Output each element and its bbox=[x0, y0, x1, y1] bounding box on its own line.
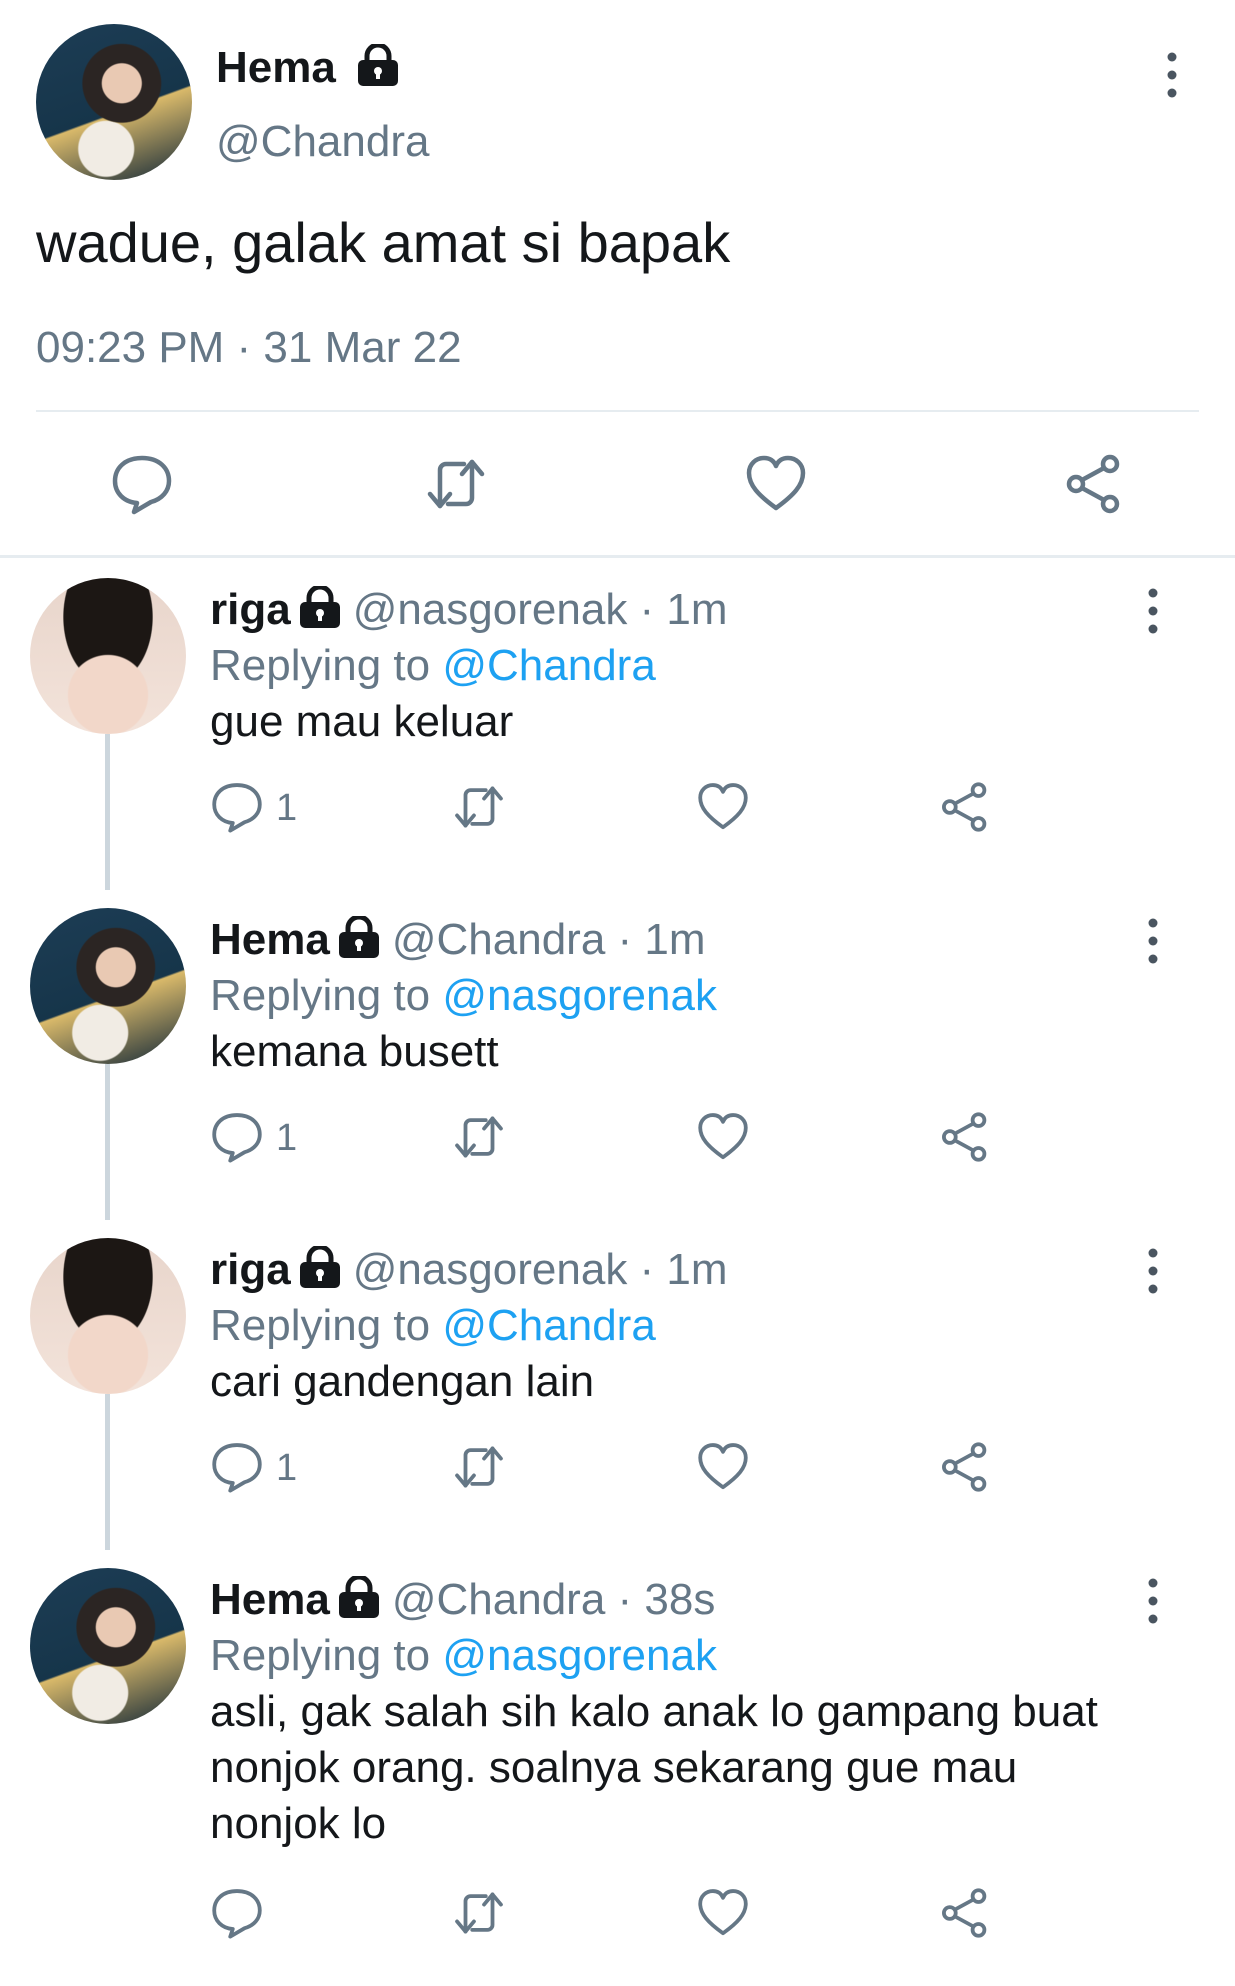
share-icon[interactable] bbox=[938, 780, 992, 834]
author-handle[interactable]: @Chandra · 1m bbox=[392, 915, 706, 964]
share-icon[interactable] bbox=[938, 1440, 992, 1494]
thread-line bbox=[105, 734, 110, 890]
author-handle[interactable]: @nasgorenak · 1m bbox=[353, 585, 728, 634]
more-options-icon[interactable] bbox=[1158, 50, 1186, 100]
tweet-text: wadue, galak amat si bapak bbox=[36, 211, 731, 274]
replying-to-link[interactable]: @nasgorenak bbox=[442, 1631, 717, 1680]
lock-icon bbox=[297, 1246, 343, 1290]
replying-to: Replying to @Chandra bbox=[210, 1300, 656, 1352]
author-handle[interactable]: @Chandra · 38s bbox=[392, 1575, 716, 1624]
author-handle[interactable]: @nasgorenak · 1m bbox=[353, 1245, 728, 1294]
avatar[interactable] bbox=[30, 908, 186, 1064]
lock-icon bbox=[336, 916, 382, 960]
reply-count: 1 bbox=[276, 787, 298, 829]
reply-count: 1 bbox=[276, 1117, 298, 1159]
reply-text: gue mau keluar bbox=[210, 697, 514, 746]
avatar[interactable] bbox=[30, 1238, 186, 1394]
author-name[interactable]: riga bbox=[210, 1245, 291, 1294]
share-icon[interactable] bbox=[1062, 452, 1126, 516]
share-icon[interactable] bbox=[938, 1110, 992, 1164]
action-bar: 1 bbox=[210, 1110, 1010, 1166]
section-divider bbox=[0, 555, 1235, 558]
like-icon[interactable] bbox=[696, 1110, 750, 1164]
like-icon[interactable] bbox=[696, 1440, 750, 1494]
lock-icon bbox=[355, 44, 401, 88]
share-icon[interactable] bbox=[938, 1886, 992, 1940]
like-icon[interactable] bbox=[696, 1886, 750, 1940]
more-options-icon[interactable] bbox=[1139, 1246, 1167, 1296]
replying-to-link[interactable]: @Chandra bbox=[442, 1301, 655, 1350]
main-tweet: Hema @Chandra wadue, galak amat si bapak… bbox=[0, 0, 1235, 555]
retweet-icon[interactable] bbox=[452, 780, 506, 834]
replying-to-link[interactable]: @nasgorenak bbox=[442, 971, 717, 1020]
reply-icon[interactable] bbox=[210, 1440, 264, 1494]
lock-icon bbox=[336, 1576, 382, 1620]
avatar[interactable] bbox=[30, 1568, 186, 1724]
reply-tweet[interactable]: Hema @Chandra · 38s Replying to @nasgoren… bbox=[0, 1550, 1235, 1980]
replying-prefix: Replying to bbox=[210, 971, 443, 1020]
reply-tweet[interactable]: riga @nasgorenak · 1m Replying to @Chandr… bbox=[0, 1220, 1235, 1550]
reply-header: Hema @Chandra · 1m bbox=[210, 914, 706, 966]
more-options-icon[interactable] bbox=[1139, 916, 1167, 966]
retweet-icon[interactable] bbox=[424, 452, 488, 516]
thread-line bbox=[105, 1064, 110, 1220]
author-name[interactable]: Hema bbox=[210, 915, 330, 964]
replying-to: Replying to @nasgorenak bbox=[210, 1630, 717, 1682]
reply-header: Hema @Chandra · 38s bbox=[210, 1574, 715, 1626]
reply-icon[interactable] bbox=[110, 452, 174, 516]
replying-to: Replying to @nasgorenak bbox=[210, 970, 717, 1022]
like-icon[interactable] bbox=[696, 780, 750, 834]
divider bbox=[36, 410, 1199, 412]
lock-icon bbox=[297, 586, 343, 630]
like-icon[interactable] bbox=[744, 452, 808, 516]
reply-header: riga @nasgorenak · 1m bbox=[210, 1244, 728, 1296]
avatar[interactable] bbox=[30, 578, 186, 734]
author-name[interactable]: riga bbox=[210, 585, 291, 634]
action-bar bbox=[210, 1886, 1010, 1942]
thread-line bbox=[105, 1394, 110, 1550]
reply-text: asli, gak salah sih kalo anak lo gampang… bbox=[210, 1687, 1098, 1848]
reply-count: 1 bbox=[276, 1447, 298, 1489]
retweet-icon[interactable] bbox=[452, 1440, 506, 1494]
reply-tweet[interactable]: Hema @Chandra · 1m Replying to @nasgorena… bbox=[0, 890, 1235, 1220]
reply-icon[interactable] bbox=[210, 1110, 264, 1164]
reply-tweet[interactable]: riga @nasgorenak · 1m Replying to @Chandr… bbox=[0, 560, 1235, 890]
replying-to-link[interactable]: @Chandra bbox=[442, 641, 655, 690]
reply-header: riga @nasgorenak · 1m bbox=[210, 584, 728, 636]
reply-icon[interactable] bbox=[210, 780, 264, 834]
retweet-icon[interactable] bbox=[452, 1110, 506, 1164]
author-name[interactable]: Hema bbox=[210, 1575, 330, 1624]
replying-prefix: Replying to bbox=[210, 1631, 443, 1680]
tweet-timestamp: 09:23 PM · 31 Mar 22 bbox=[36, 323, 462, 372]
action-bar: 1 bbox=[210, 780, 1010, 836]
reply-text: cari gandengan lain bbox=[210, 1357, 595, 1406]
avatar[interactable] bbox=[36, 24, 192, 180]
more-options-icon[interactable] bbox=[1139, 1576, 1167, 1626]
action-bar: 1 bbox=[210, 1440, 1010, 1496]
more-options-icon[interactable] bbox=[1139, 586, 1167, 636]
replying-to: Replying to @Chandra bbox=[210, 640, 656, 692]
reply-text: kemana busett bbox=[210, 1027, 499, 1076]
reply-icon[interactable] bbox=[210, 1886, 264, 1940]
replying-prefix: Replying to bbox=[210, 641, 443, 690]
retweet-icon[interactable] bbox=[452, 1886, 506, 1940]
author-name[interactable]: Hema bbox=[216, 42, 336, 94]
author-handle[interactable]: @Chandra bbox=[216, 116, 429, 168]
replying-prefix: Replying to bbox=[210, 1301, 443, 1350]
